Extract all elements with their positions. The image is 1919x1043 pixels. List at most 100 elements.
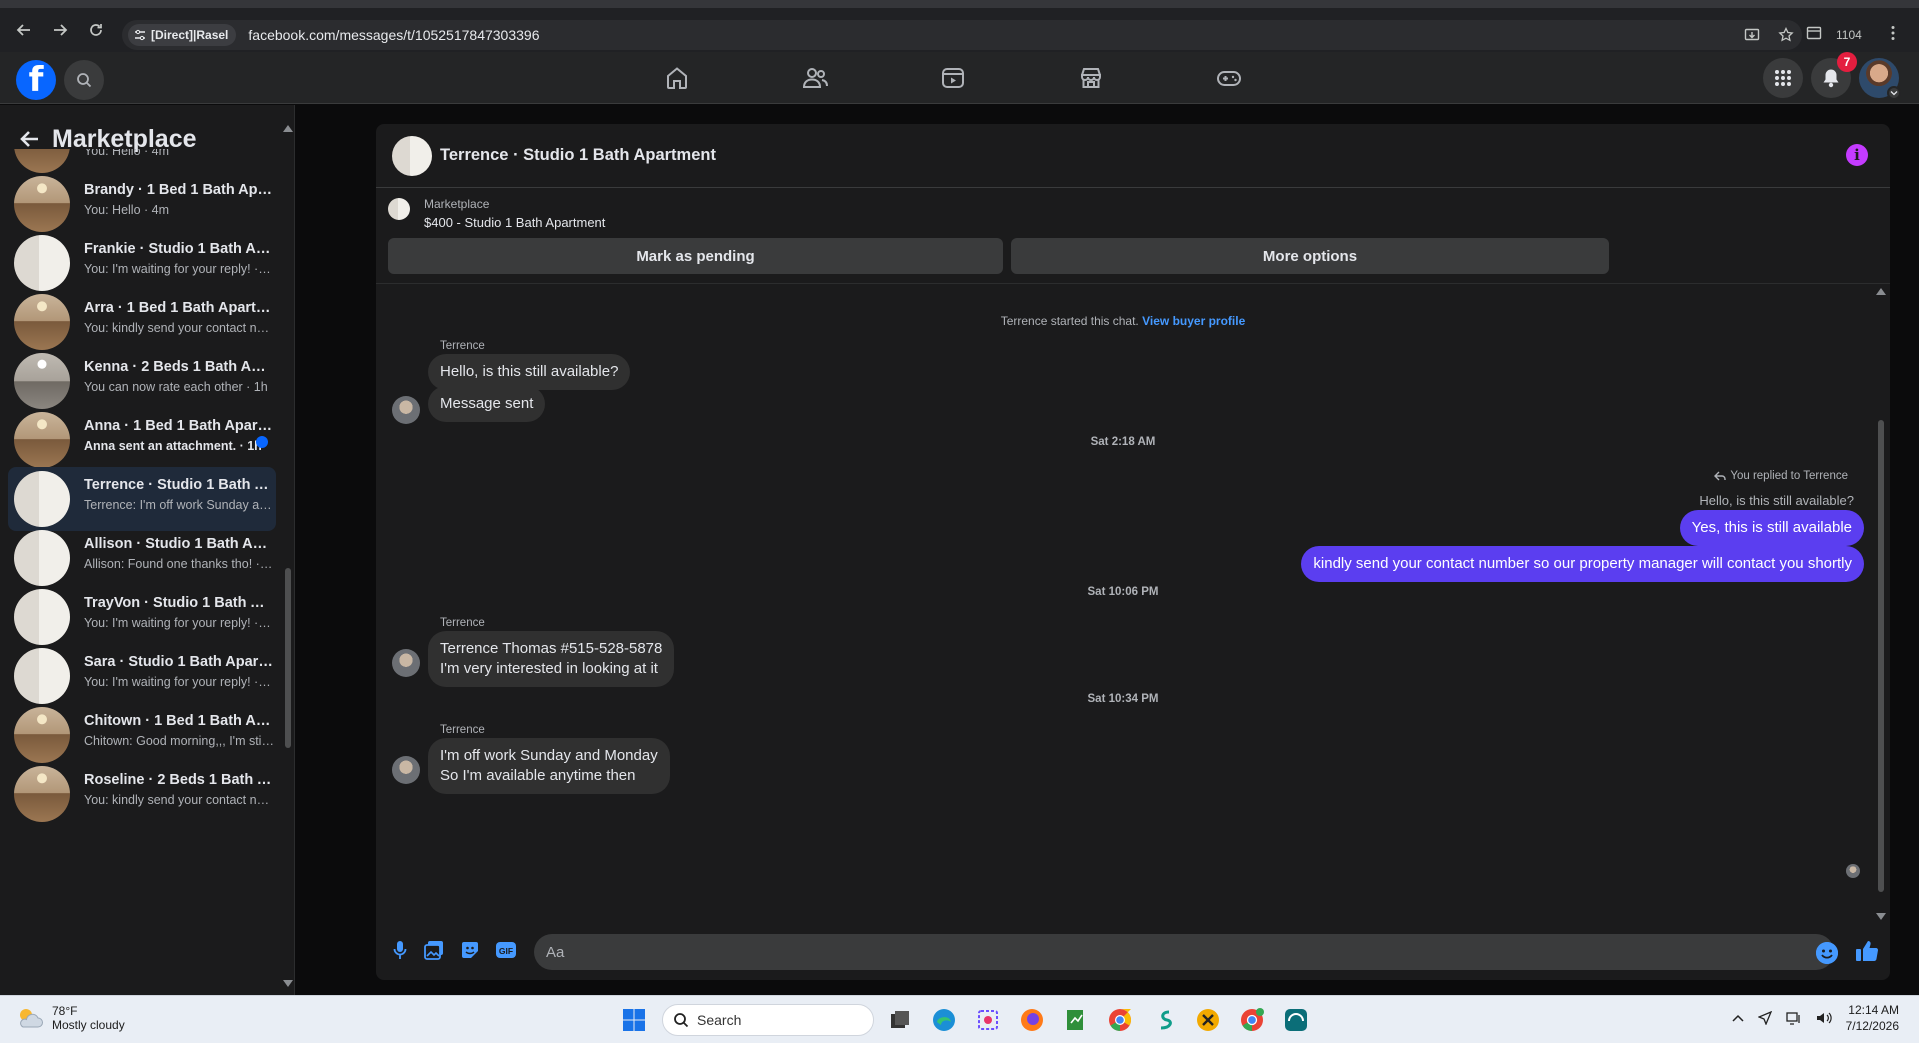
- chat-header: Terrence · Studio 1 Bath Apartment i: [376, 124, 1890, 188]
- account-avatar[interactable]: [1859, 58, 1901, 100]
- weather-widget[interactable]: 78°F Mostly cloudy: [14, 1003, 125, 1033]
- microphone-icon[interactable]: [388, 938, 412, 962]
- conversation-item[interactable]: Kenna · 2 Beds 1 Bath Apartment You can n…: [8, 349, 276, 413]
- listing-small-thumbnail[interactable]: [388, 198, 410, 220]
- conversation-item[interactable]: Anna · 1 Bed 1 Bath Apartment Anna sent a…: [8, 408, 276, 472]
- back-arrow-icon[interactable]: [8, 14, 40, 46]
- install-app-icon[interactable]: [1744, 27, 1760, 43]
- view-buyer-profile-link[interactable]: View buyer profile: [1142, 314, 1245, 328]
- svg-text:GIF: GIF: [499, 946, 513, 956]
- conversation-item[interactable]: Terrence · Studio 1 Bath Apartm... Terren…: [8, 467, 276, 531]
- site-info-chip[interactable]: [Direct]|Rasel: [128, 24, 237, 46]
- main-navigation: [608, 52, 1298, 104]
- incoming-message[interactable]: Terrence Thomas #515-528-5878 I'm very i…: [428, 631, 675, 687]
- listing-title[interactable]: $400 - Studio 1 Bath Apartment: [424, 215, 605, 230]
- gif-icon[interactable]: GIF: [494, 938, 518, 962]
- sticker-icon[interactable]: [458, 938, 482, 962]
- conversation-title: Brandy · 1 Bed 1 Bath Apartment: [84, 182, 274, 198]
- outgoing-message[interactable]: kindly send your contact number so our p…: [1301, 546, 1864, 582]
- sender-avatar[interactable]: [392, 396, 420, 424]
- forward-arrow-icon[interactable]: [44, 14, 76, 46]
- task-view-icon[interactable]: [882, 1002, 918, 1038]
- conversation-thumbnail: [14, 707, 70, 763]
- friends-icon[interactable]: [746, 52, 884, 104]
- emoji-icon[interactable]: [1816, 942, 1838, 964]
- conversation-preview: You: I'm waiting for your reply! · 4m: [84, 262, 274, 276]
- sender-avatar[interactable]: [392, 649, 420, 677]
- extension-badge[interactable]: 1104: [1836, 28, 1862, 42]
- address-bar[interactable]: [Direct]|Rasel facebook.com/messages/t/1…: [122, 20, 1802, 50]
- conversation-item[interactable]: TrayVon · Studio 1 Bath Apartme... You: I…: [8, 585, 276, 649]
- partly-cloudy-icon: [20, 1009, 43, 1028]
- search-icon[interactable]: [64, 60, 104, 100]
- more-options-button[interactable]: More options: [1011, 238, 1609, 274]
- location-arrow-icon[interactable]: [1757, 1011, 1772, 1025]
- conversation-title: Arra · 1 Bed 1 Bath Apartment: [84, 300, 274, 316]
- reply-arrow-icon: [1714, 471, 1727, 481]
- s-app-icon[interactable]: [1146, 1002, 1182, 1038]
- info-icon[interactable]: i: [1846, 144, 1868, 166]
- reply-quote[interactable]: Hello, is this still available?: [1699, 493, 1854, 508]
- video-icon[interactable]: [884, 52, 1022, 104]
- chevron-up-icon[interactable]: [1732, 1014, 1744, 1022]
- system-clock[interactable]: 12:14 AM 7/12/2026: [1846, 1002, 1899, 1034]
- taskbar-search-label: Search: [697, 1012, 742, 1028]
- conversation-item[interactable]: Arra · 1 Bed 1 Bath Apartment You: kindly…: [8, 290, 276, 354]
- firefox-icon[interactable]: [1014, 1002, 1050, 1038]
- listing-banner: Marketplace $400 - Studio 1 Bath Apartme…: [376, 188, 1890, 284]
- photo-gallery-icon[interactable]: [422, 938, 446, 962]
- taskbar-search[interactable]: Search: [662, 1004, 874, 1036]
- notes-app-icon[interactable]: [1058, 1002, 1094, 1038]
- marketplace-icon[interactable]: [1022, 52, 1160, 104]
- conversation-preview: Terrence: I'm off work Sunday and ... · …: [84, 498, 274, 512]
- sender-avatar[interactable]: [392, 756, 420, 784]
- weather-description: Mostly cloudy: [52, 1018, 125, 1032]
- facebook-logo-icon[interactable]: f: [16, 60, 56, 100]
- incoming-message[interactable]: Hello, is this still available?: [428, 354, 631, 390]
- bookmark-star-icon[interactable]: [1778, 27, 1794, 43]
- conversation-item[interactable]: Allison · Studio 1 Bath Apartment Allison…: [8, 526, 276, 590]
- sidebar-scrollbar[interactable]: [283, 125, 293, 987]
- windows-start-icon[interactable]: [614, 1000, 654, 1040]
- url-text[interactable]: facebook.com/messages/t/1052517847303396: [248, 27, 539, 43]
- weather-temperature: 78°F: [52, 1004, 78, 1018]
- chrome-icon[interactable]: [1102, 1002, 1138, 1038]
- x-app-icon[interactable]: [1190, 1002, 1226, 1038]
- reply-indicator: You replied to Terrence: [1714, 470, 1848, 482]
- listing-thumbnail[interactable]: [392, 136, 432, 176]
- vpn-app-icon[interactable]: [1278, 1002, 1314, 1038]
- thumbs-up-icon[interactable]: [1854, 938, 1880, 964]
- incoming-message[interactable]: Message sent: [428, 386, 546, 422]
- speaker-icon[interactable]: [1816, 1011, 1832, 1025]
- browser-menu-icon[interactable]: [1890, 25, 1896, 41]
- message-line: So I'm available anytime then: [440, 767, 636, 784]
- incoming-message[interactable]: I'm off work Sunday and Monday So I'm av…: [428, 738, 670, 794]
- conversation-item[interactable]: Sara · Studio 1 Bath Apartment You: I'm w…: [8, 644, 276, 708]
- site-chip-label: [Direct]|Rasel: [151, 28, 229, 42]
- gaming-icon[interactable]: [1160, 52, 1298, 104]
- back-arrow-icon[interactable]: [20, 130, 40, 148]
- message-input[interactable]: [534, 934, 1834, 970]
- chrome-profile-icon[interactable]: [1234, 1002, 1270, 1038]
- outgoing-message[interactable]: Yes, this is still available: [1679, 510, 1864, 546]
- reload-icon[interactable]: [80, 14, 112, 46]
- menu-grid-icon[interactable]: [1763, 58, 1803, 98]
- conversation-item[interactable]: Roseline · 2 Beds 1 Bath Apartm... You: k…: [8, 762, 276, 826]
- network-icon[interactable]: [1785, 1011, 1802, 1025]
- conversation-thumbnail: [14, 589, 70, 645]
- conversation-preview: You: Hello · 4m: [84, 149, 169, 158]
- conversation-thumbnail: [14, 294, 70, 350]
- chat-title[interactable]: Terrence · Studio 1 Bath Apartment: [440, 146, 716, 165]
- conversation-item[interactable]: Brandy · 1 Bed 1 Bath Apartment You: Hell…: [8, 172, 276, 236]
- notifications-bell-icon[interactable]: 7: [1811, 52, 1857, 98]
- mark-as-pending-button[interactable]: Mark as pending: [388, 238, 1003, 274]
- tab-search-icon[interactable]: [1806, 25, 1822, 41]
- conversation-item[interactable]: Frankie · Studio 1 Bath Apartment You: I'…: [8, 231, 276, 295]
- edge-browser-icon[interactable]: [926, 1002, 962, 1038]
- snipping-tool-icon[interactable]: [970, 1002, 1006, 1038]
- sender-name: Terrence: [440, 617, 485, 629]
- conversation-item[interactable]: Chitown · 1 Bed 1 Bath Apartment Chitown:…: [8, 703, 276, 767]
- home-icon[interactable]: [608, 52, 746, 104]
- thread-scrollbar[interactable]: [1876, 288, 1886, 920]
- conversation-thumbnail: [14, 412, 70, 468]
